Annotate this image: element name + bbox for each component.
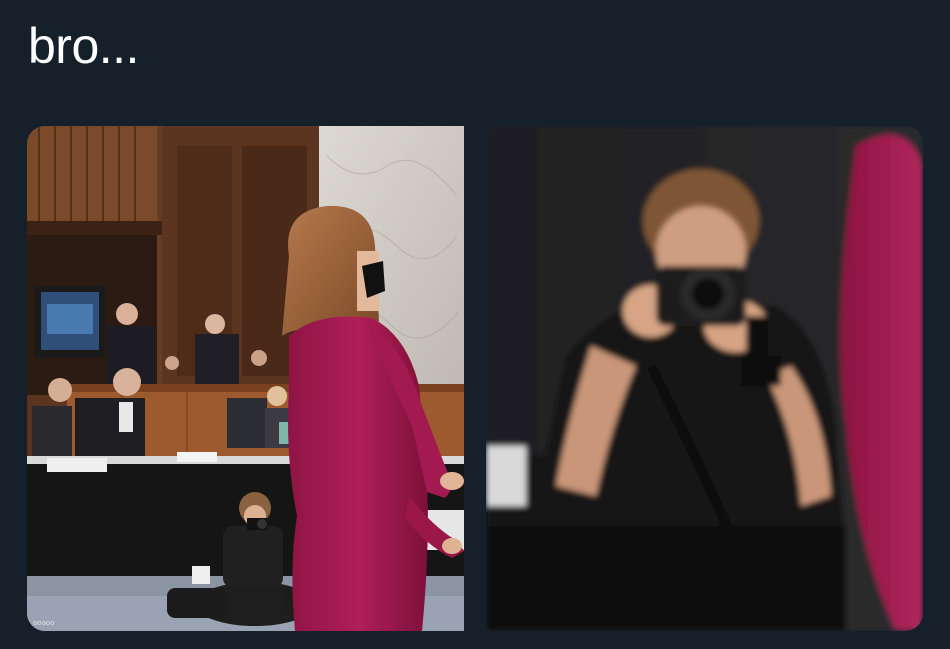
- hearing-room-photo[interactable]: ooooo: [27, 126, 464, 631]
- photographer-zoom-illustration: [486, 126, 923, 631]
- tweet-text: bro...: [28, 18, 139, 74]
- hearing-room-illustration: [27, 126, 464, 631]
- media-grid: ooooo: [27, 126, 923, 631]
- photo-watermark: ooooo: [33, 619, 55, 627]
- photographer-zoom-photo[interactable]: [486, 126, 923, 631]
